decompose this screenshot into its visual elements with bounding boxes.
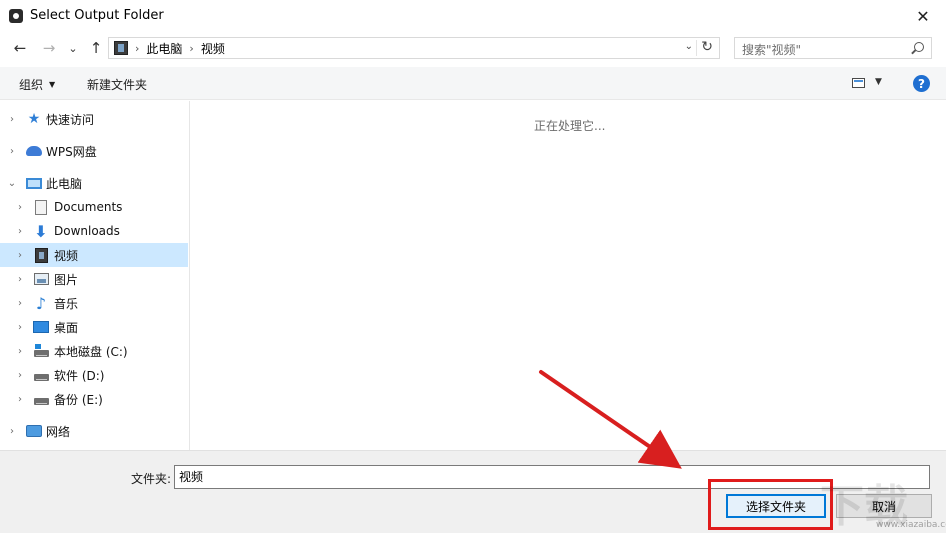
file-list-area[interactable]: 正在处理它... bbox=[191, 101, 946, 450]
music-icon: ♪ bbox=[35, 293, 47, 313]
tree-item-desktop[interactable]: › 桌面 bbox=[0, 315, 188, 339]
videos-icon bbox=[33, 247, 49, 263]
tree-item-label: WPS网盘 bbox=[46, 144, 97, 159]
search-icon[interactable] bbox=[914, 42, 924, 52]
expand-chevron-icon[interactable]: › bbox=[15, 346, 25, 357]
wps-cloud-icon bbox=[26, 143, 42, 159]
tree-item-drive-e[interactable]: › 备份 (E:) bbox=[0, 387, 188, 411]
tree-item-label: 音乐 bbox=[54, 296, 79, 311]
view-mode-icon[interactable] bbox=[852, 78, 865, 88]
expand-chevron-icon[interactable]: › bbox=[15, 202, 25, 213]
desktop-icon bbox=[33, 319, 49, 335]
tree-item-label: 软件 (D:) bbox=[54, 368, 105, 383]
select-folder-button[interactable]: 选择文件夹 bbox=[726, 494, 826, 518]
breadcrumb-videos[interactable]: 视频 bbox=[201, 40, 225, 57]
documents-icon bbox=[33, 199, 49, 215]
search-input[interactable]: 搜索"视频" bbox=[734, 37, 932, 59]
up-button[interactable]: ↑ bbox=[85, 38, 107, 58]
expand-chevron-icon[interactable]: › bbox=[15, 298, 25, 309]
tree-item-label: 快速访问 bbox=[46, 112, 95, 127]
recent-locations-button[interactable]: ⌄ bbox=[62, 38, 84, 58]
folder-name-input[interactable]: 视频 bbox=[174, 465, 930, 489]
navigation-pane: › ★ 快速访问 › WPS网盘 ⌄ 此电脑 › Documents › ⬇ D… bbox=[0, 101, 190, 450]
search-placeholder: 搜索"视频" bbox=[742, 43, 802, 57]
expand-chevron-icon[interactable]: › bbox=[7, 146, 17, 157]
expand-chevron-icon[interactable]: › bbox=[15, 370, 25, 381]
tree-item-label: Downloads bbox=[54, 224, 120, 238]
drive-d-icon bbox=[33, 367, 49, 383]
videos-folder-icon bbox=[114, 41, 128, 55]
address-dropdown-icon[interactable]: ⌄ bbox=[685, 41, 693, 52]
tree-item-videos[interactable]: › 视频 bbox=[0, 243, 188, 267]
dialog-footer: 文件夹: 视频 bbox=[0, 450, 946, 533]
window-title: Select Output Folder bbox=[30, 8, 164, 23]
expand-chevron-icon[interactable]: › bbox=[15, 250, 25, 261]
expand-chevron-icon[interactable]: › bbox=[15, 274, 25, 285]
processing-status: 正在处理它... bbox=[534, 119, 606, 133]
title-bar: Select Output Folder ✕ bbox=[0, 0, 946, 32]
tree-item-label: 此电脑 bbox=[46, 176, 83, 191]
breadcrumb-separator[interactable]: › bbox=[189, 42, 193, 55]
close-button[interactable]: ✕ bbox=[900, 0, 946, 32]
address-bar[interactable]: › 此电脑 › 视频 ⌄ ↻ bbox=[108, 37, 720, 59]
tree-item-label: 桌面 bbox=[54, 320, 79, 335]
this-pc-icon bbox=[26, 175, 42, 191]
refresh-icon[interactable]: ↻ bbox=[701, 39, 713, 55]
quick-access-star-icon: ★ bbox=[27, 111, 41, 127]
network-icon bbox=[26, 423, 42, 439]
tree-item-label: 本地磁盘 (C:) bbox=[54, 344, 128, 359]
new-folder-button[interactable]: 新建文件夹 bbox=[87, 76, 147, 93]
forward-button[interactable]: → bbox=[38, 38, 60, 58]
view-options-caret-icon[interactable]: ▼ bbox=[875, 77, 882, 87]
tree-item-music[interactable]: › ♪ 音乐 bbox=[0, 291, 188, 315]
organize-label: 组织 bbox=[19, 78, 44, 92]
command-toolbar: 组织 ▼ 新建文件夹 ▼ ? bbox=[0, 67, 946, 100]
downloads-icon: ⬇ bbox=[34, 221, 48, 241]
address-row: ← → ⌄ ↑ › 此电脑 › 视频 ⌄ ↻ 搜索"视频" bbox=[0, 32, 946, 64]
tree-item-label: 图片 bbox=[54, 272, 79, 287]
tree-item-label: Documents bbox=[54, 200, 123, 214]
local-disk-c-icon bbox=[33, 343, 49, 359]
pictures-icon bbox=[33, 271, 49, 287]
folder-label: 文件夹: bbox=[131, 472, 172, 486]
tree-item-documents[interactable]: › Documents bbox=[0, 195, 188, 219]
expand-chevron-icon[interactable]: › bbox=[15, 394, 25, 405]
back-button[interactable]: ← bbox=[9, 38, 31, 58]
tree-item-downloads[interactable]: › ⬇ Downloads bbox=[0, 219, 188, 243]
address-divider bbox=[696, 40, 697, 56]
expand-chevron-icon[interactable]: › bbox=[15, 322, 25, 333]
tree-item-label: 网络 bbox=[46, 424, 71, 439]
app-icon bbox=[9, 9, 23, 23]
organize-button[interactable]: 组织 ▼ bbox=[19, 76, 55, 93]
collapse-chevron-icon[interactable]: ⌄ bbox=[7, 178, 17, 189]
tree-item-label: 视频 bbox=[54, 248, 79, 263]
cancel-button[interactable]: 取消 bbox=[836, 494, 932, 518]
tree-item-this-pc[interactable]: ⌄ 此电脑 bbox=[0, 171, 188, 195]
tree-item-local-disk-c[interactable]: › 本地磁盘 (C:) bbox=[0, 339, 188, 363]
tree-item-pictures[interactable]: › 图片 bbox=[0, 267, 188, 291]
tree-item-wps-cloud[interactable]: › WPS网盘 bbox=[0, 139, 188, 163]
breadcrumb-this-pc[interactable]: 此电脑 bbox=[146, 40, 182, 57]
expand-chevron-icon[interactable]: › bbox=[7, 114, 17, 125]
tree-item-quick-access[interactable]: › ★ 快速访问 bbox=[0, 107, 188, 131]
help-icon[interactable]: ? bbox=[913, 75, 930, 92]
breadcrumb-separator: › bbox=[135, 41, 140, 55]
drive-e-icon bbox=[33, 391, 49, 407]
expand-chevron-icon[interactable]: › bbox=[7, 426, 17, 437]
tree-item-label: 备份 (E:) bbox=[54, 392, 103, 407]
tree-item-drive-d[interactable]: › 软件 (D:) bbox=[0, 363, 188, 387]
organize-caret-icon: ▼ bbox=[49, 80, 56, 89]
tree-item-network[interactable]: › 网络 bbox=[0, 419, 188, 443]
expand-chevron-icon[interactable]: › bbox=[15, 226, 25, 237]
